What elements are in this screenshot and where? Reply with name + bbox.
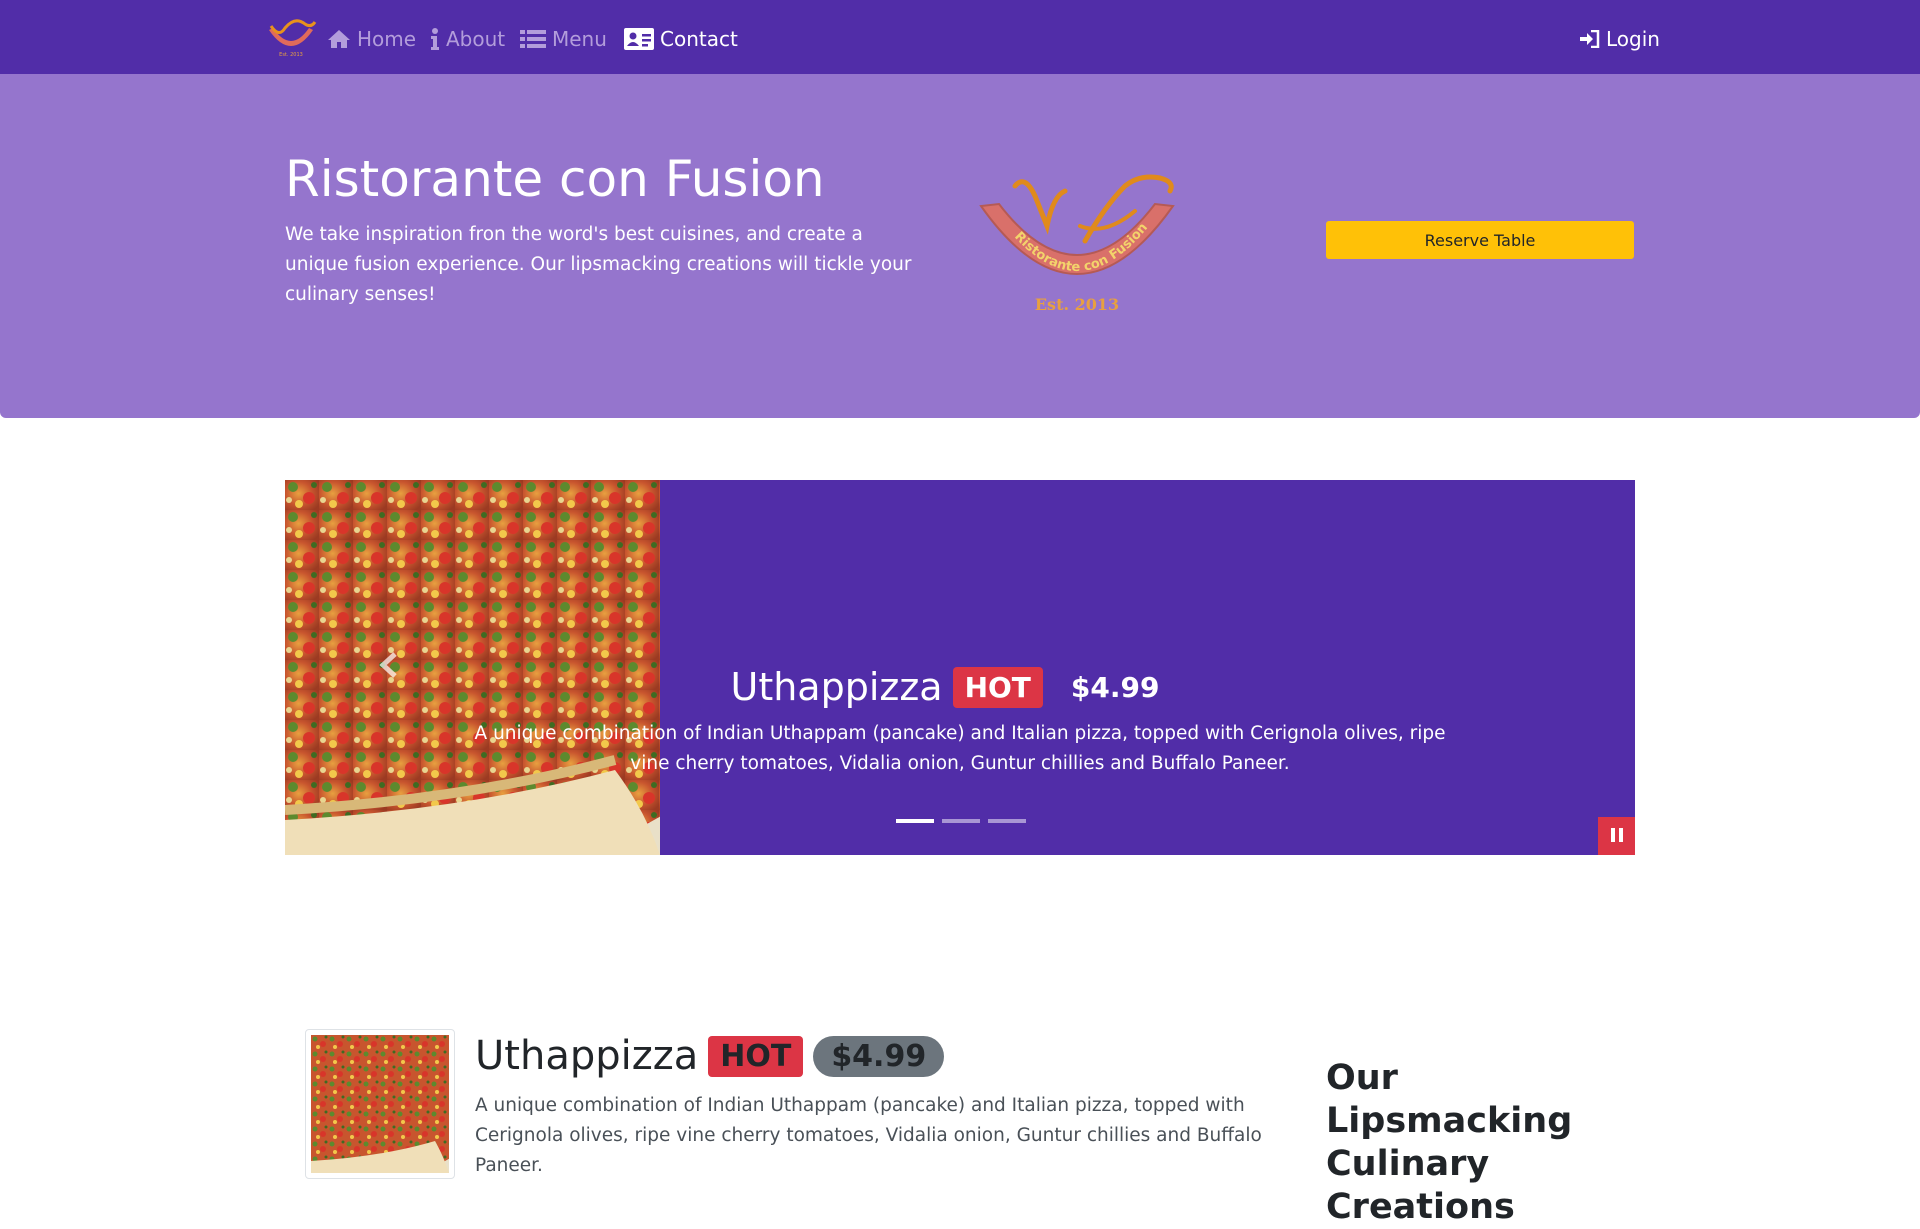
carousel-indicator[interactable] bbox=[896, 819, 934, 823]
nav-about-label: About bbox=[446, 27, 506, 51]
dish-heading: Uthappizza HOT $4.99 bbox=[475, 1033, 945, 1079]
info-icon bbox=[430, 28, 440, 50]
carousel-pause-button[interactable] bbox=[1598, 817, 1635, 855]
logo-est-text: Est. 2013 bbox=[1035, 295, 1119, 314]
dish-title: Uthappizza bbox=[475, 1033, 699, 1079]
login-link[interactable]: Login bbox=[1580, 24, 1660, 54]
carousel-description: A unique combination of Indian Uthappam … bbox=[474, 723, 1446, 774]
nav-contact[interactable]: Contact bbox=[624, 24, 738, 54]
list-icon bbox=[520, 29, 546, 49]
sign-in-icon bbox=[1580, 30, 1600, 48]
login-label: Login bbox=[1606, 27, 1660, 51]
restaurant-logo-large: Ristorante con Fusion Est. 2013 bbox=[979, 174, 1175, 314]
carousel-caption: Uthappizza HOT $4.99 A unique combinatio… bbox=[465, 665, 1455, 779]
navbar: Est. 2013 Home About Menu Contact Login bbox=[0, 0, 1920, 74]
nav-home[interactable]: Home bbox=[327, 24, 416, 54]
svg-text:Est. 2013: Est. 2013 bbox=[279, 52, 303, 58]
nav-home-label: Home bbox=[357, 27, 417, 51]
dish-hot-badge: HOT bbox=[708, 1035, 804, 1077]
nav-menu-label: Menu bbox=[552, 27, 607, 51]
page-title: Ristorante con Fusion bbox=[285, 150, 825, 208]
section-heading: Our Lipsmacking Culinary Creations bbox=[1326, 1058, 1573, 1227]
dish-thumbnail bbox=[255, 1007, 491, 1179]
jumbotron: Ristorante con Fusion We take inspiratio… bbox=[0, 74, 1920, 418]
reserve-table-button[interactable]: Reserve Table bbox=[1326, 221, 1634, 259]
nav-contact-label: Contact bbox=[660, 27, 738, 51]
chevron-left-icon[interactable] bbox=[375, 650, 405, 680]
carousel: Uthappizza HOT $4.99 A unique combinatio… bbox=[285, 480, 1635, 855]
carousel-title: Uthappizza bbox=[730, 665, 943, 709]
uthappizza-thumbnail-image bbox=[255, 1007, 491, 1179]
pause-icon bbox=[1610, 827, 1624, 846]
restaurant-logo[interactable]: Est. 2013 bbox=[265, 18, 317, 58]
dish-description: A unique combination of Indian Uthappam … bbox=[475, 1095, 1262, 1176]
nav-about[interactable]: About bbox=[430, 24, 505, 54]
carousel-price: $4.99 bbox=[1070, 670, 1160, 704]
address-card-icon bbox=[624, 28, 654, 50]
carousel-indicator[interactable] bbox=[942, 819, 980, 823]
intro-text: We take inspiration fron the word's best… bbox=[285, 224, 912, 305]
carousel-indicators bbox=[896, 819, 1026, 823]
dish-price-badge: $4.99 bbox=[813, 1035, 945, 1077]
carousel-indicator[interactable] bbox=[988, 819, 1026, 823]
home-icon bbox=[327, 29, 351, 49]
hot-badge: HOT bbox=[952, 666, 1043, 708]
nav-menu[interactable]: Menu bbox=[520, 24, 607, 54]
